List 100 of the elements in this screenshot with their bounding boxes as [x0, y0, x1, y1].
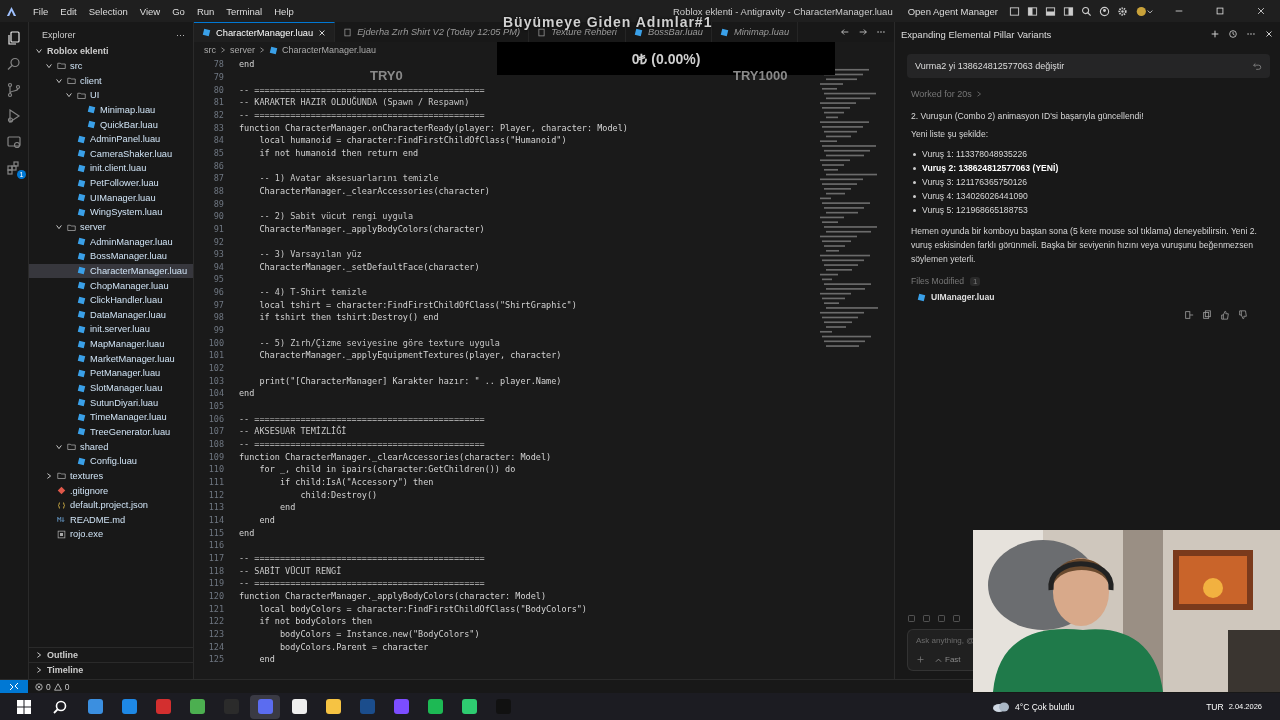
warning-count: 0 [64, 681, 70, 692]
tree-item[interactable]: client [29, 73, 193, 88]
tree-item[interactable]: BossManager.luau [29, 248, 193, 264]
activity-button[interactable] [6, 108, 22, 124]
chevron-icon[interactable] [975, 90, 982, 98]
forward-arrow-icon[interactable] [858, 27, 868, 37]
close-icon[interactable] [1256, 6, 1266, 16]
activity-button[interactable] [6, 56, 22, 72]
bullet-icon [913, 180, 916, 184]
menu-item[interactable]: Run [190, 5, 221, 17]
close-icon[interactable] [318, 28, 327, 37]
tree-item[interactable]: PetFollower.luau [29, 175, 193, 191]
settings-icon[interactable] [1117, 5, 1128, 17]
line-number: 100 [207, 337, 224, 348]
tree-item[interactable]: ClickHandler.luau [29, 292, 193, 308]
tree-item[interactable]: AdminPanel.luau [29, 131, 193, 147]
tree-item[interactable]: SlotManager.luau [29, 380, 193, 396]
tree-item[interactable]: init.client.luau [29, 161, 193, 176]
tree-item[interactable]: TimeManager.luau [29, 410, 193, 425]
menu-item[interactable]: Help [268, 5, 300, 17]
back-arrow-icon[interactable] [840, 27, 850, 37]
code-line: for _, child in ipairs(character:GetChildren()) do [258, 464, 516, 475]
tree-item[interactable]: README.md [29, 512, 193, 528]
insert-icon[interactable] [1184, 310, 1194, 320]
tree-item[interactable]: default.project.json [29, 497, 193, 513]
user-message: Vurma2 yi 138624812577063 değiştir [907, 54, 1270, 78]
more-button[interactable]: ··· [176, 30, 185, 40]
breadcrumb-item[interactable]: CharacterManager.luau [282, 45, 377, 55]
tree-item[interactable]: init.server.luau [29, 322, 193, 337]
tree-item[interactable]: ChopManager.luau [29, 278, 193, 293]
menu-item[interactable]: Edit [54, 5, 83, 17]
layout-icon[interactable] [1045, 5, 1056, 17]
tree-item[interactable]: UIManager.luau [29, 190, 193, 206]
message-paragraph: Hemen oyunda bir komboyu baştan sona (5 kere mouse sol tıklama) deneyebilirsin. Yeni 2. vuruş eskisinden farklı görünmeli. Başka bir seviyenin hızını veya vuruşunu beğenmezsen söylemen yeterli. [911, 225, 1258, 266]
activity-button[interactable] [6, 134, 22, 150]
tree-item[interactable]: UI [29, 87, 193, 103]
tree-item[interactable]: src [29, 58, 193, 74]
history-icon[interactable] [1228, 29, 1238, 39]
panel-section-header[interactable]: Timeline [29, 662, 193, 677]
activity-button[interactable] [6, 82, 22, 98]
tree-item[interactable]: MapManager.luau [29, 336, 193, 352]
code-line: -- 3) Varsayılan yüz [258, 249, 362, 260]
folder-icon [67, 222, 76, 232]
tree-item[interactable]: QuickBar.luau [29, 117, 193, 132]
tree-item[interactable]: MarketManager.luau [29, 351, 193, 367]
window-title: Roblox eklenti - Antigravity - CharacterManager.luau [673, 6, 893, 17]
close-icon[interactable] [1264, 29, 1274, 39]
menu-item[interactable]: Go [166, 5, 191, 17]
maximize-icon[interactable] [1215, 6, 1225, 16]
line-number: 96 [212, 287, 224, 298]
tree-item[interactable]: CameraShaker.luau [29, 146, 193, 162]
tree-item[interactable]: .gitignore [29, 483, 193, 498]
account-icon[interactable] [1099, 5, 1110, 17]
modified-file-link[interactable]: UIManager.luau [917, 292, 995, 302]
tree-item[interactable]: WingSystem.luau [29, 205, 193, 220]
tree-item[interactable]: AdminManager.luau [29, 234, 193, 249]
thumbs-down-icon[interactable] [1238, 310, 1248, 320]
menu-item[interactable]: Selection [82, 5, 134, 17]
tree-item[interactable]: PetManager.luau [29, 366, 193, 381]
tree-item[interactable]: DataManager.luau [29, 307, 193, 323]
tree-item[interactable]: SutunDiyari.luau [29, 395, 193, 410]
windows-start-icon[interactable] [16, 698, 32, 715]
line-number: 93 [212, 249, 224, 260]
tree-item[interactable]: textures [29, 468, 193, 484]
breadcrumb-item[interactable]: server [230, 45, 255, 55]
line-number: 112 [207, 489, 224, 500]
plus-icon[interactable] [1210, 29, 1220, 39]
undo-icon[interactable] [1252, 61, 1262, 71]
tree-item[interactable]: server [29, 219, 193, 235]
tree-item[interactable]: shared [29, 439, 193, 454]
tree-item[interactable]: Config.luau [29, 453, 193, 469]
code-line: end [239, 527, 255, 538]
search-icon[interactable] [52, 698, 68, 715]
menu-item[interactable]: File [27, 5, 55, 17]
agent-manager-link[interactable]: Open Agent Manager [907, 5, 998, 17]
tree-item[interactable]: Minimap.luau [29, 102, 193, 118]
layout-icon[interactable] [1063, 5, 1074, 17]
mode-selector[interactable]: Fast [945, 655, 961, 664]
code-line: function CharacterManager._applyBodyColors(character: Model) [239, 590, 547, 601]
language-indicator[interactable]: TUR [1206, 701, 1224, 712]
tree-item[interactable]: rojo.exe [29, 527, 193, 542]
panel-section-header[interactable]: Outline [29, 647, 193, 662]
layout-icon[interactable] [1027, 5, 1038, 17]
line-number: 79 [212, 72, 224, 82]
tree-item[interactable]: TreeGenerator.luau [29, 424, 193, 440]
breadcrumb-item[interactable]: src [204, 45, 216, 55]
search-icon[interactable] [1081, 5, 1092, 17]
remote-button[interactable] [0, 680, 28, 693]
worked-status[interactable]: Worked for 20s [911, 89, 972, 99]
activity-button[interactable] [6, 30, 22, 46]
code-line: -- SABİT VÜCUT RENGİ [239, 565, 342, 576]
menu-item[interactable]: View [133, 5, 167, 17]
menu-item[interactable]: Terminal [220, 5, 269, 17]
avatar-icon[interactable] [1135, 5, 1155, 17]
editor-tab[interactable]: CharacterManager.luau [194, 22, 336, 42]
tree-item[interactable]: CharacterManager.luau [29, 263, 193, 279]
copy-icon[interactable] [1202, 310, 1212, 320]
thumbs-up-icon[interactable] [1220, 310, 1230, 320]
layout-icon[interactable] [1009, 5, 1020, 17]
tree-item[interactable]: Roblox eklenti [29, 44, 193, 59]
